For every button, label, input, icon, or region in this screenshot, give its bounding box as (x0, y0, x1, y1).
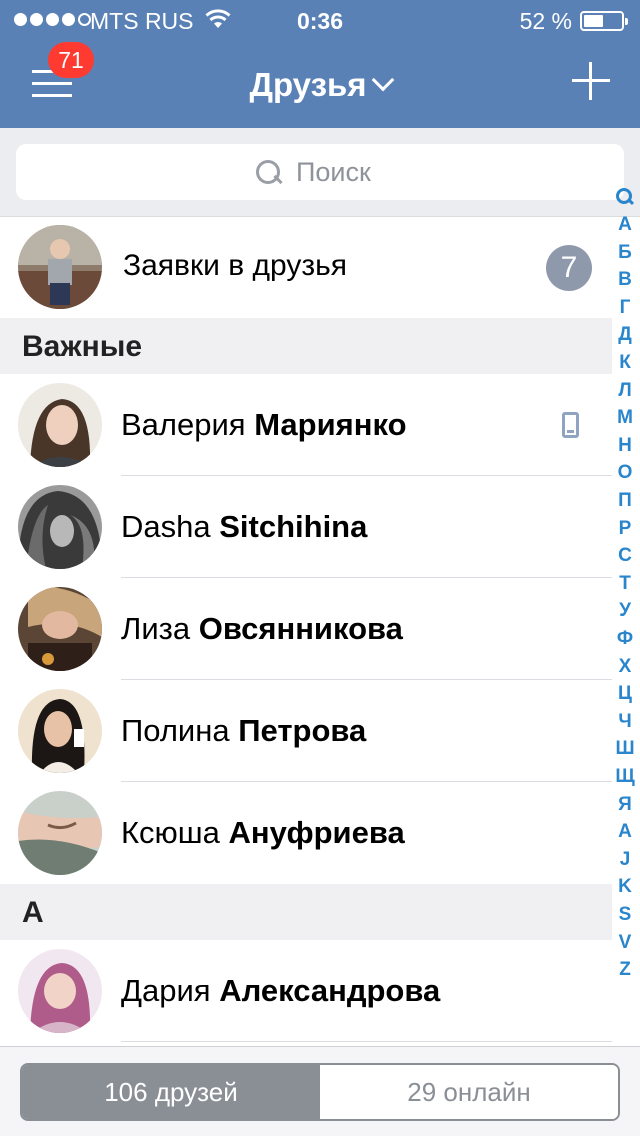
index-letter[interactable]: V (612, 932, 638, 954)
index-letter[interactable]: S (612, 904, 638, 926)
index-letter[interactable]: Г (612, 297, 638, 319)
friend-row[interactable]: Дария Александрова (0, 940, 612, 1042)
index-letter[interactable]: Р (612, 518, 638, 540)
index-letter[interactable]: Н (612, 435, 638, 457)
tab-online-friends[interactable]: 29 онлайн (320, 1065, 618, 1119)
chevron-down-icon (371, 68, 394, 92)
index-letter[interactable]: J (612, 849, 638, 871)
add-friend-button[interactable] (572, 62, 610, 100)
index-letter[interactable]: Ц (612, 683, 638, 705)
tab-all-friends[interactable]: 106 друзей (22, 1065, 320, 1119)
index-letter[interactable]: Х (612, 656, 638, 678)
index-letter[interactable]: М (612, 407, 638, 429)
search-icon (256, 159, 282, 186)
index-letter[interactable]: С (612, 545, 638, 567)
index-letter[interactable]: Ш (612, 738, 638, 760)
avatar (18, 485, 102, 569)
friend-name: Валерия Мариянко (121, 407, 407, 442)
avatar (18, 225, 102, 309)
index-letter[interactable]: П (612, 490, 638, 512)
index-letter[interactable]: Ч (612, 711, 638, 733)
index-letter[interactable]: Я (612, 794, 638, 816)
avatar (18, 587, 102, 671)
battery-icon (580, 11, 628, 31)
index-letter[interactable]: Б (612, 242, 638, 264)
search-area: Поиск (0, 128, 640, 216)
search-icon[interactable] (616, 188, 634, 206)
friends-segmented-control: 106 друзей 29 онлайн (20, 1063, 620, 1121)
index-letter[interactable]: K (612, 876, 638, 898)
mobile-icon (562, 412, 579, 438)
avatar (18, 689, 102, 773)
friend-row[interactable]: Лиза Овсянникова (0, 578, 612, 680)
friend-name: Полина Петрова (121, 713, 367, 748)
index-letter[interactable]: A (612, 821, 638, 843)
bottom-bar: 106 друзей 29 онлайн (0, 1046, 640, 1136)
index-letter[interactable]: О (612, 462, 638, 484)
friend-requests-label: Заявки в друзья (123, 249, 347, 282)
index-letter[interactable]: Т (612, 573, 638, 595)
friend-requests-row[interactable]: Заявки в друзья 7 (0, 216, 640, 318)
avatar (18, 383, 102, 467)
search-input[interactable]: Поиск (16, 144, 624, 200)
friend-name: Лиза Овсянникова (121, 611, 403, 646)
friend-row[interactable]: Валерия Мариянко (0, 374, 612, 476)
friend-row[interactable]: Полина Петрова (0, 680, 612, 782)
section-header: Важные (0, 318, 612, 374)
friends-filter-dropdown[interactable]: Друзья (0, 66, 640, 104)
index-letter[interactable]: У (612, 600, 638, 622)
requests-count-badge: 7 (546, 245, 592, 291)
index-letter[interactable]: Щ (612, 766, 638, 788)
friend-row[interactable]: Dasha Sitchihina (0, 476, 612, 578)
index-letter[interactable]: Z (612, 959, 638, 981)
index-letter[interactable]: Л (612, 380, 638, 402)
friend-name: Дария Александрова (121, 973, 441, 1008)
index-letter[interactable]: К (612, 352, 638, 374)
section-header: А (0, 884, 612, 940)
avatar (18, 949, 102, 1033)
avatar (18, 791, 102, 875)
index-letter[interactable]: В (612, 269, 638, 291)
search-placeholder: Поиск (296, 157, 371, 187)
status-bar: MTS RUS 0:36 52 % (0, 0, 640, 40)
alphabet-index[interactable]: АБВГДКЛМНОПРСТУФХЦЧШЩЯAJKSVZ (612, 184, 638, 1008)
friend-row[interactable]: Ксюша Ануфриева (0, 782, 612, 884)
page-title: Друзья (249, 66, 367, 103)
friend-name: Dasha Sitchihina (121, 509, 368, 544)
index-letter[interactable]: Ф (612, 628, 638, 650)
index-letter[interactable]: Д (612, 324, 638, 346)
navigation-header: MTS RUS 0:36 52 % 71 Друзья (0, 0, 640, 128)
battery-level (584, 15, 603, 27)
index-letter[interactable]: А (612, 214, 638, 236)
friend-name: Ксюша Ануфриева (121, 815, 405, 850)
battery-percent: 52 % (519, 8, 572, 34)
